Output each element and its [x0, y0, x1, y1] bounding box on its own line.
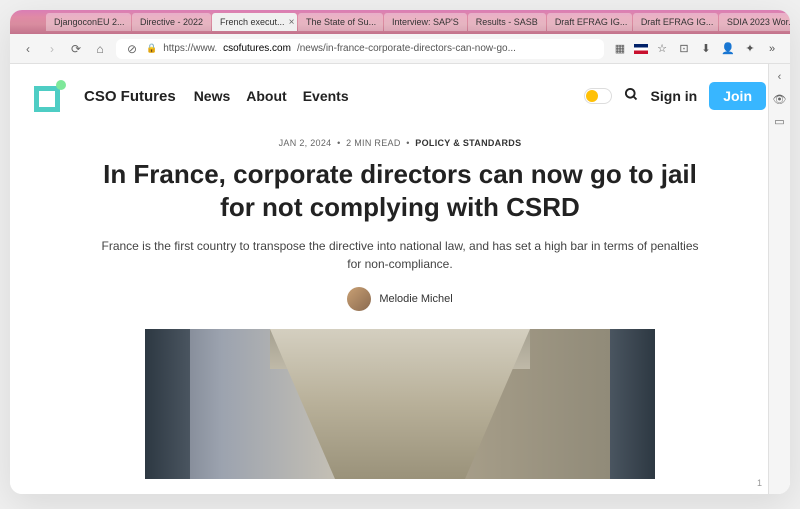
url-prefix: https://www. [163, 43, 217, 54]
tab-draft-efrag-2[interactable]: Draft EFRAG IG... [633, 13, 718, 31]
close-tab-icon[interactable]: × [289, 17, 295, 28]
header-right: Sign in Join [584, 82, 766, 110]
lock-icon: 🔒 [146, 43, 157, 54]
nav-events[interactable]: Events [303, 88, 349, 104]
grid-icon[interactable]: ▦ [612, 41, 628, 57]
article-date: JAN 2, 2024 [279, 138, 332, 148]
tab-results-sasb[interactable]: Results - SASB [468, 13, 546, 31]
tab-interview[interactable]: Interview: SAP'S [384, 13, 467, 31]
article-readtime: 2 MIN READ [346, 138, 401, 148]
tab-draft-efrag-1[interactable]: Draft EFRAG IG... [547, 13, 632, 31]
address-toolbar: ‹ › ⟳ ⌂ ⊘ 🔒 https://www. csofutures.com/n… [10, 34, 790, 64]
article-meta: JAN 2, 2024 • 2 MIN READ • POLICY & STAN… [100, 138, 700, 148]
forward-button[interactable]: › [44, 41, 60, 57]
search-icon[interactable] [624, 87, 639, 105]
back-button[interactable]: ‹ [20, 41, 36, 57]
note-icon[interactable]: ▭ [773, 114, 787, 128]
shield-icon: ⊘ [124, 41, 140, 57]
nav-about[interactable]: About [246, 88, 286, 104]
author-block[interactable]: Melodie Michel [100, 287, 700, 311]
uk-flag-icon[interactable] [634, 44, 648, 54]
titlebar: DjangoconEU 2... Directive - 2022 French… [10, 10, 790, 34]
home-button[interactable]: ⌂ [92, 41, 108, 57]
tab-french-exec[interactable]: French execut...× [212, 13, 297, 31]
url-path: /news/in-france-corporate-directors-can-… [297, 43, 516, 54]
page-content: ‹ 👁 ▭ CSO Futures News About Events Sign… [10, 64, 790, 494]
tab-directive[interactable]: Directive - 2022 [132, 13, 211, 31]
author-avatar [347, 287, 371, 311]
bookmark-icon[interactable]: ☆ [654, 41, 670, 57]
save-icon[interactable]: ⊡ [676, 41, 692, 57]
url-bar[interactable]: ⊘ 🔒 https://www. csofutures.com/news/in-f… [116, 39, 604, 59]
logo[interactable] [34, 80, 66, 112]
brand-name[interactable]: CSO Futures [84, 88, 176, 105]
article-title: In France, corporate directors can now g… [100, 158, 700, 223]
tab-sdia[interactable]: SDIA 2023 Wor... [719, 13, 790, 31]
author-name: Melodie Michel [379, 293, 452, 305]
article: JAN 2, 2024 • 2 MIN READ • POLICY & STAN… [10, 128, 790, 479]
overflow-menu-button[interactable]: » [764, 41, 780, 57]
hero-image [145, 329, 655, 479]
join-button[interactable]: Join [709, 82, 766, 110]
eye-icon[interactable]: 👁 [773, 92, 787, 106]
side-panel: ‹ 👁 ▭ [768, 64, 790, 494]
reload-button[interactable]: ⟳ [68, 41, 84, 57]
page-number: 1 [757, 478, 762, 488]
theme-toggle[interactable] [584, 88, 612, 104]
extensions-icon[interactable]: ✦ [742, 41, 758, 57]
tab-strip: DjangoconEU 2... Directive - 2022 French… [46, 10, 790, 34]
article-category[interactable]: POLICY & STANDARDS [415, 138, 521, 148]
tab-djangocon[interactable]: DjangoconEU 2... [46, 13, 131, 31]
browser-window: DjangoconEU 2... Directive - 2022 French… [10, 10, 790, 494]
sign-in-link[interactable]: Sign in [651, 88, 698, 104]
account-icon[interactable]: 👤 [720, 41, 736, 57]
site-header: CSO Futures News About Events Sign in Jo… [10, 64, 790, 128]
nav-news[interactable]: News [194, 88, 231, 104]
download-icon[interactable]: ⬇ [698, 41, 714, 57]
article-subtitle: France is the first country to transpose… [100, 237, 700, 273]
url-domain: csofutures.com [223, 43, 291, 54]
chevron-left-icon[interactable]: ‹ [773, 70, 787, 84]
main-nav: News About Events [194, 88, 349, 104]
toolbar-right: ▦ ☆ ⊡ ⬇ 👤 ✦ » [612, 41, 780, 57]
tab-state-of[interactable]: The State of Su... [298, 13, 383, 31]
